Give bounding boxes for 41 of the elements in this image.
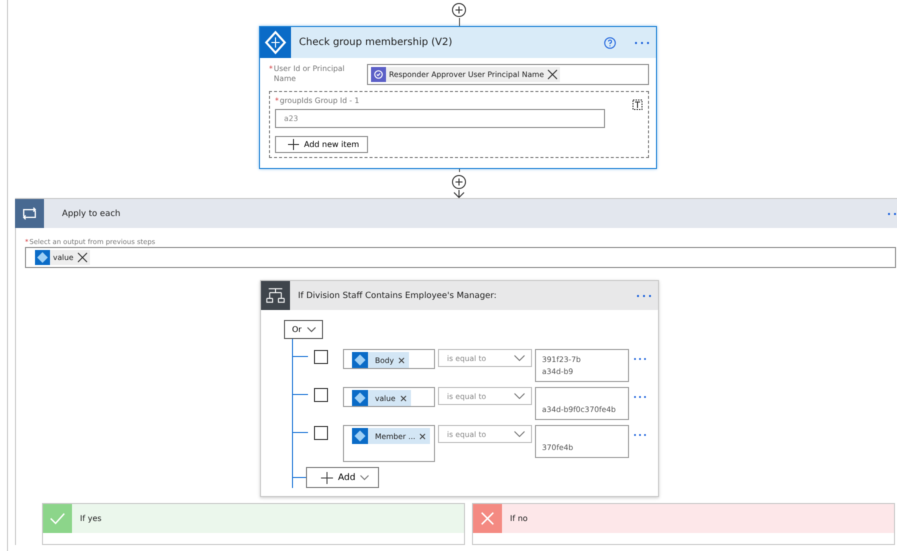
loop-icon [15, 199, 44, 228]
chevron-down-icon [514, 431, 525, 437]
card-title: Apply to each [62, 208, 122, 218]
chevron-down-icon [306, 326, 316, 332]
row-checkbox[interactable] [314, 388, 328, 402]
remove-icon[interactable] [400, 394, 406, 402]
directory-icon [35, 250, 50, 265]
add-step-icon[interactable] [451, 174, 467, 190]
directory-icon [352, 428, 368, 444]
card-title: Check group membership (V2) [299, 37, 454, 48]
branch-title: If yes [80, 514, 102, 523]
help-icon[interactable] [604, 36, 616, 48]
add-dropdown[interactable]: Add [306, 467, 380, 488]
directory-icon [352, 352, 368, 368]
row-checkbox[interactable] [314, 426, 328, 440]
plus-icon [321, 472, 333, 484]
remove-icon[interactable] [546, 69, 558, 80]
switch-mode-icon[interactable] [632, 98, 643, 110]
chevron-down-icon [514, 393, 525, 399]
directory-icon [260, 27, 291, 58]
remove-icon[interactable] [419, 432, 426, 440]
remove-icon[interactable] [76, 252, 88, 263]
add-item-button[interactable]: Add new item [275, 136, 368, 153]
card-title: If Division Staff Contains Employee's Manager: [298, 290, 498, 300]
more-icon[interactable] [633, 395, 647, 399]
condition-icon [261, 281, 290, 310]
directory-icon [352, 390, 368, 406]
remove-icon[interactable] [398, 356, 405, 364]
more-icon[interactable] [633, 357, 647, 361]
operator-dropdown[interactable]: Or [284, 320, 323, 339]
plus-icon [288, 139, 299, 150]
chevron-down-icon [360, 474, 370, 480]
down-arrow-icon [453, 190, 465, 198]
approval-icon [371, 67, 386, 82]
more-icon[interactable] [634, 40, 650, 44]
chevron-down-icon [514, 355, 525, 361]
row-checkbox[interactable] [314, 350, 328, 364]
more-icon[interactable] [636, 294, 652, 298]
branch-title: If no [510, 514, 528, 523]
more-icon[interactable] [633, 433, 647, 437]
add-step-icon[interactable] [451, 2, 467, 18]
